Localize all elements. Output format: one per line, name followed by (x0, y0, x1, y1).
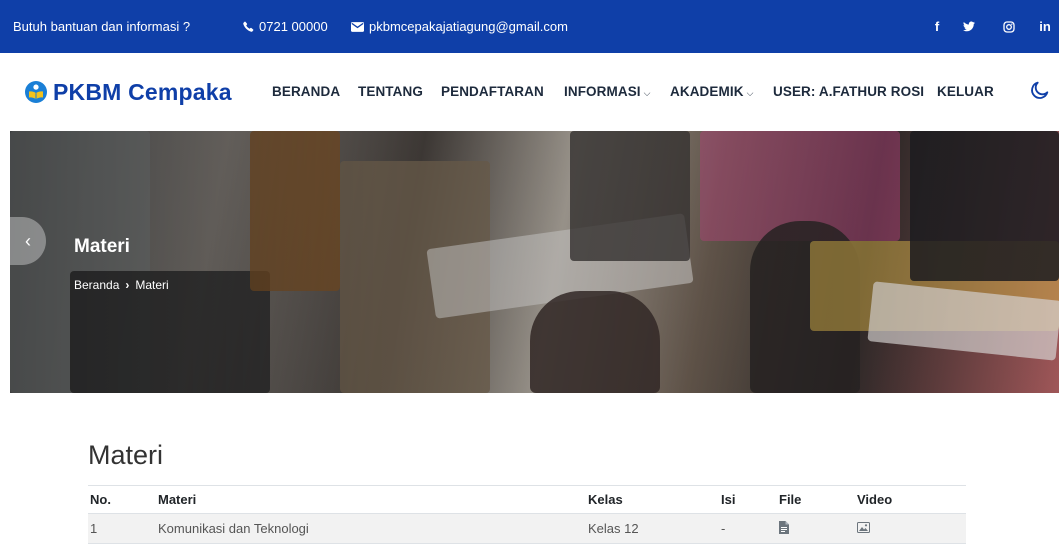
cell-file (779, 513, 857, 544)
nav-akademik-label: AKADEMIK (670, 84, 744, 99)
linkedin-icon[interactable]: in (1034, 0, 1056, 53)
table-header-row: No. Materi Kelas Isi File Video (88, 485, 966, 514)
column-header-file: File (779, 485, 857, 514)
moon-icon[interactable] (1029, 79, 1051, 101)
column-header-kelas: Kelas (588, 485, 721, 514)
nav-informasi[interactable]: INFORMASI ⌵ (564, 84, 651, 99)
email-address: pkbmcepakajatiagung@gmail.com (369, 19, 568, 34)
brand-link[interactable]: PKBM Cempaka (24, 77, 232, 107)
phone-number: 0721 00000 (259, 19, 328, 34)
cell-video (857, 513, 966, 544)
breadcrumb-home[interactable]: Beranda (74, 278, 119, 292)
envelope-icon (351, 21, 364, 32)
cell-no: 1 (88, 513, 158, 544)
nav-informasi-label: INFORMASI (564, 84, 641, 99)
page: Butuh bantuan dan informasi ? 0721 00000… (0, 0, 1059, 555)
cell-kelas: Kelas 12 (588, 513, 721, 544)
column-header-no: No. (88, 485, 158, 514)
nav-beranda[interactable]: BERANDA (272, 84, 340, 99)
chevron-down-icon: ⌵ (746, 88, 754, 98)
hero-banner: ‹ Materi Beranda › Materi (10, 131, 1059, 393)
hero-overlay (10, 131, 1059, 393)
column-header-isi: Isi (721, 485, 779, 514)
top-info-bar: Butuh bantuan dan informasi ? 0721 00000… (0, 0, 1059, 53)
brand-logo-icon (25, 81, 47, 103)
nav-pendaftaran[interactable]: PENDAFTARAN (441, 84, 544, 99)
nav-keluar[interactable]: KELUAR (937, 84, 994, 99)
column-header-materi: Materi (158, 485, 588, 514)
chevron-down-icon: ⌵ (643, 88, 651, 98)
nav-user[interactable]: USER: A.FATHUR ROSI (773, 84, 924, 99)
email-link[interactable]: pkbmcepakajatiagung@gmail.com (351, 0, 568, 53)
breadcrumb-separator-icon: › (125, 278, 130, 292)
twitter-icon[interactable] (958, 0, 980, 53)
chevron-left-icon: ‹ (25, 231, 31, 251)
nav-tentang[interactable]: TENTANG (358, 84, 423, 99)
section-title: Materi (88, 440, 164, 470)
cell-materi: Komunikasi dan Teknologi (158, 513, 588, 544)
phone-link[interactable]: 0721 00000 (243, 0, 328, 53)
brand-name: PKBM Cempaka (53, 78, 232, 105)
hero-title: Materi (74, 236, 130, 257)
instagram-icon[interactable] (998, 0, 1020, 53)
breadcrumb: Beranda › Materi (74, 278, 169, 292)
nav-akademik[interactable]: AKADEMIK ⌵ (670, 84, 754, 99)
cell-isi: - (721, 513, 779, 544)
facebook-icon[interactable]: f (926, 0, 948, 53)
help-text: Butuh bantuan dan informasi ? (13, 19, 191, 34)
image-icon[interactable] (857, 522, 870, 533)
file-icon[interactable] (779, 520, 789, 534)
materi-table: No. Materi Kelas Isi File Video 1 Komuni… (88, 485, 966, 544)
breadcrumb-current: Materi (135, 278, 169, 292)
phone-icon (243, 21, 254, 32)
table-row: 1 Komunikasi dan Teknologi Kelas 12 - (88, 513, 966, 544)
main-navbar: PKBM Cempaka BERANDA TENTANG PENDAFTARAN… (0, 53, 1059, 131)
column-header-video: Video (857, 485, 966, 514)
